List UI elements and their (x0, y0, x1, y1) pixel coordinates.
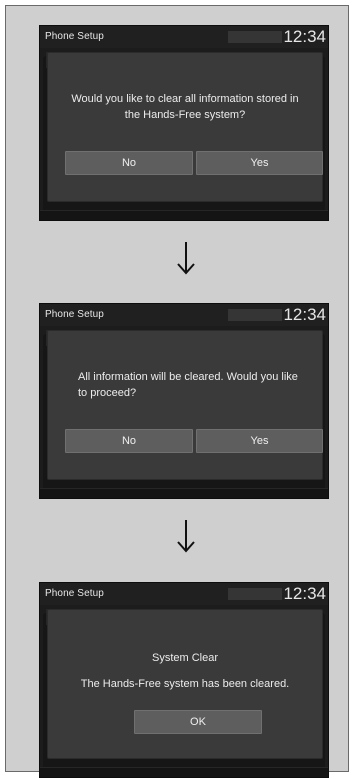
ok-button[interactable]: OK (134, 710, 262, 734)
confirm-dialog: All information will be cleared. Would y… (47, 330, 323, 480)
status-bar: Phone Setup 12:34 (40, 304, 328, 326)
dialog-message: All information will be cleared. Would y… (78, 371, 298, 399)
clock-background (228, 31, 282, 43)
yes-button[interactable]: Yes (196, 429, 323, 453)
clock-background (228, 588, 282, 600)
bottom-bar (40, 767, 328, 777)
manual-figure-frame: Phone Setup 12:34 Would you like to clea… (5, 5, 349, 778)
info-dialog: System Clear The Hands-Free system has b… (47, 609, 323, 759)
yes-button[interactable]: Yes (196, 151, 323, 175)
clock: 12:34 (283, 27, 326, 46)
phone-setup-screen-confirm-clear: Phone Setup 12:34 Would you like to clea… (39, 25, 329, 221)
status-bar: Phone Setup 12:34 (40, 26, 328, 48)
bottom-bar (40, 210, 328, 220)
dialog-title: System Clear (151, 652, 219, 664)
clock: 12:34 (283, 584, 326, 603)
down-arrow-icon (177, 242, 195, 275)
confirm-dialog: Would you like to clear all information … (47, 52, 323, 202)
screen-title: Phone Setup (45, 309, 104, 320)
phone-setup-screen-cleared: Phone Setup 12:34 System Clear The Hands… (39, 582, 329, 778)
dialog-message: The Hands-Free system has been cleared. (80, 678, 290, 690)
no-button[interactable]: No (65, 151, 193, 175)
screen-title: Phone Setup (45, 588, 104, 599)
clock-background (228, 309, 282, 321)
no-button[interactable]: No (65, 429, 193, 453)
down-arrow-icon (177, 520, 195, 553)
phone-setup-screen-proceed: Phone Setup 12:34 All information will b… (39, 303, 329, 499)
bottom-bar (40, 488, 328, 498)
status-bar: Phone Setup 12:34 (40, 583, 328, 605)
screen-title: Phone Setup (45, 31, 104, 42)
clock: 12:34 (283, 305, 326, 324)
dialog-message: Would you like to clear all information … (71, 93, 299, 121)
